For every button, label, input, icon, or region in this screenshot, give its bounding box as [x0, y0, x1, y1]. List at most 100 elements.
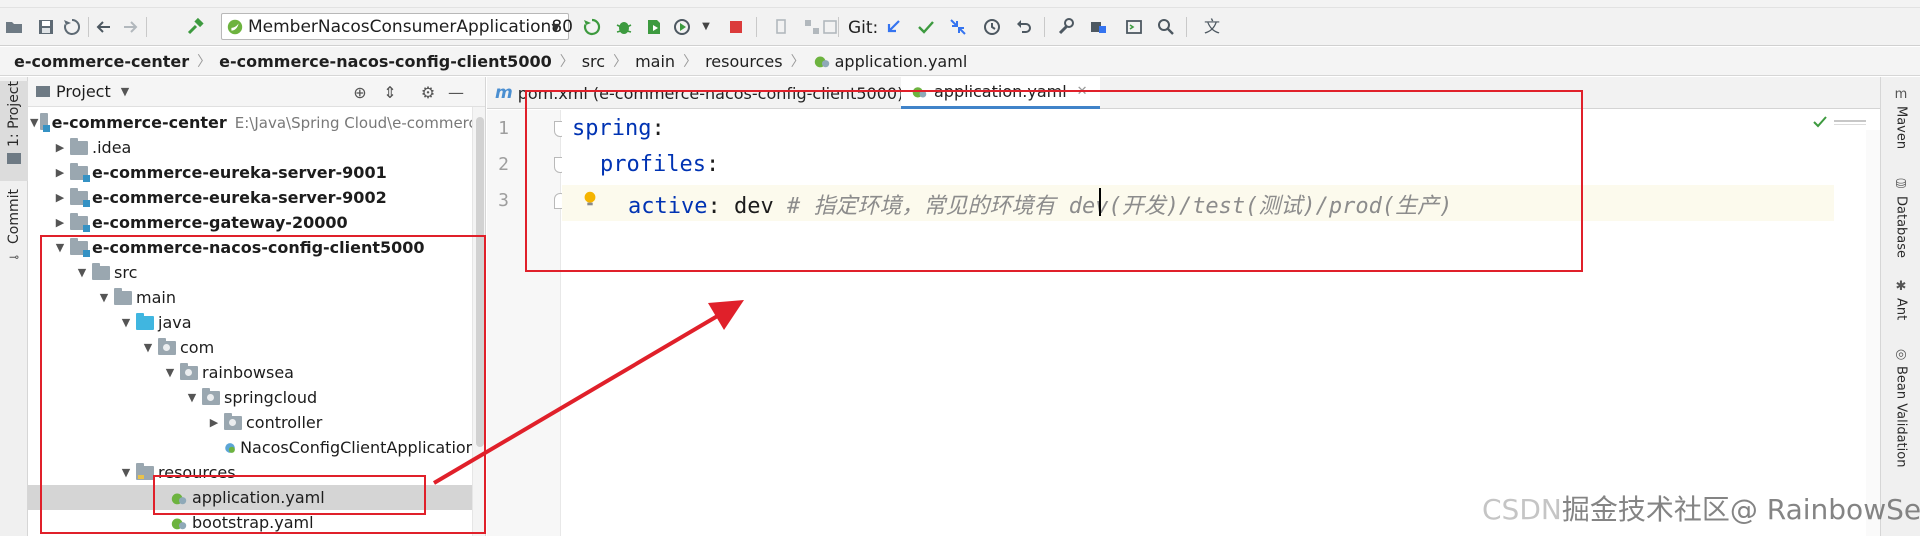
collapse-arrow-icon[interactable]: ▶ [52, 216, 68, 229]
project-structure-icon[interactable] [1086, 15, 1110, 39]
search-icon[interactable] [1154, 15, 1178, 39]
history-clock-icon[interactable] [980, 15, 1004, 39]
forward-icon[interactable] [118, 15, 142, 39]
project-tool-tab[interactable]: 1: Project [0, 81, 28, 181]
tree-row[interactable]: ▶ e-commerce-gateway-20000 [28, 210, 485, 235]
main-toolbar: MemberNacosConsumerApplication80 ▼ ▼ Git… [0, 8, 1920, 46]
expand-arrow-icon[interactable]: ▼ [30, 116, 38, 129]
translate-icon[interactable]: 文 [1200, 15, 1224, 39]
save-icon[interactable] [34, 15, 58, 39]
folder-icon [70, 137, 88, 155]
module-folder-icon [70, 187, 90, 207]
git-commit-check-icon[interactable] [914, 15, 938, 39]
settings-wrench-icon[interactable] [1054, 15, 1078, 39]
git-label: Git: [848, 18, 879, 38]
project-panel-header: Project ▼ ⊕ ⇕ ⚙ — [28, 77, 485, 107]
rerun-icon[interactable] [580, 15, 604, 39]
project-folder-icon [36, 86, 50, 97]
git-update-icon[interactable] [882, 15, 906, 39]
line-number: 2 [498, 154, 509, 175]
project-tool-tab-label: 1: Project [6, 81, 22, 147]
watermark: CSDN掘金技术社区@ RainbowSea [1482, 493, 1920, 526]
tree-row[interactable]: ▶ e-commerce-eureka-server-9002 [28, 185, 485, 210]
chevron-right-icon: 〉 [197, 54, 212, 70]
database-icon: ⛁ [1895, 177, 1907, 192]
stop-icon[interactable] [724, 15, 748, 39]
open-folder-icon[interactable] [2, 15, 26, 39]
coverage-icon[interactable] [642, 15, 666, 39]
annotation-box-file [153, 475, 426, 515]
run-configuration-label: MemberNacosConsumerApplication80 [248, 16, 573, 37]
breadcrumb-item[interactable]: resources [705, 52, 783, 71]
breadcrumb-item-file[interactable]: application.yaml [813, 51, 968, 71]
module-folder-icon [70, 212, 90, 232]
commit-icon: ⊸ [8, 250, 20, 264]
chevron-down-icon: ▼ [551, 21, 560, 34]
project-panel-title[interactable]: Project [56, 82, 111, 101]
chevron-right-icon: 〉 [613, 54, 628, 70]
line-number: 3 [498, 190, 509, 211]
right-tab-label: Database [1893, 196, 1909, 259]
bean-validation-icon: ◎ [1895, 347, 1907, 362]
line-number: 1 [498, 118, 509, 139]
title-bar [0, 0, 1920, 8]
chevron-right-icon: 〉 [559, 54, 574, 70]
minimize-icon[interactable]: — [444, 80, 468, 104]
breadcrumb-item[interactable]: e-commerce-center [14, 52, 189, 71]
breadcrumb-file-label: application.yaml [834, 51, 968, 71]
collapse-arrow-icon[interactable]: ▶ [52, 166, 68, 179]
database-tool-tab[interactable]: ⛁ Database [1889, 177, 1913, 258]
debug-bug-icon[interactable] [612, 15, 636, 39]
breadcrumb-item[interactable]: main [635, 52, 675, 71]
tree-item-path: E:\Java\Spring Cloud\e-commerce [234, 113, 486, 132]
maven-file-icon: m [495, 83, 513, 103]
chevron-right-icon: 〉 [683, 54, 698, 70]
bean-validation-tool-tab[interactable]: ◎ Bean Validation [1889, 347, 1913, 467]
right-tool-strip: m Maven ⛁ Database ✱ Ant ◎ Bean Validati… [1880, 77, 1920, 536]
left-tool-strip: 1: Project Commit ⊸ [0, 77, 28, 536]
tree-item-label: e-commerce-eureka-server-9002 [92, 188, 387, 207]
right-tab-label: Maven [1893, 106, 1909, 150]
right-tab-label: Ant [1893, 298, 1909, 321]
commit-tool-tab[interactable]: Commit ⊸ [0, 189, 28, 275]
breadcrumb: e-commerce-center 〉 e-commerce-nacos-con… [0, 47, 1920, 76]
module-folder-icon [40, 112, 50, 132]
collapse-arrow-icon[interactable]: ▶ [52, 141, 68, 154]
tree-item-label: .idea [92, 138, 132, 157]
tree-item-label: e-commerce-eureka-server-9001 [92, 163, 387, 182]
build-hammer-icon[interactable] [184, 15, 208, 39]
spring-yaml-icon [814, 56, 829, 68]
profile-run-icon[interactable] [670, 15, 694, 39]
collapse-arrow-icon[interactable]: ▶ [52, 191, 68, 204]
annotation-box-editor [525, 90, 1583, 272]
locate-target-icon[interactable]: ⊕ [348, 80, 372, 104]
attach-debugger-icon[interactable] [770, 15, 794, 39]
back-icon[interactable] [92, 15, 116, 39]
sync-icon[interactable] [60, 15, 84, 39]
folder-icon [7, 152, 21, 164]
rollback-icon[interactable] [1012, 15, 1036, 39]
run-configuration-dropdown[interactable]: MemberNacosConsumerApplication80 ▼ [221, 13, 573, 40]
tree-item-label: e-commerce-gateway-20000 [92, 213, 348, 232]
chevron-right-icon: 〉 [790, 54, 805, 70]
spring-boot-icon [226, 18, 244, 36]
tree-row[interactable]: ▶ e-commerce-eureka-server-9001 [28, 160, 485, 185]
right-tab-label: Bean Validation [1893, 366, 1909, 468]
chevron-down-icon[interactable]: ▼ [121, 85, 129, 98]
inspection-status[interactable] [1812, 112, 1880, 132]
chevron-down-icon[interactable]: ▼ [694, 15, 718, 39]
tree-row[interactable]: ▶ .idea [28, 135, 485, 160]
tree-item-label: e-commerce-center [51, 113, 227, 132]
tree-row[interactable]: ▼ e-commerce-center E:\Java\Spring Cloud… [28, 110, 486, 135]
terminal-icon[interactable] [1122, 15, 1146, 39]
collapse-all-icon[interactable]: ⇕ [378, 80, 402, 104]
editor-scrollbar[interactable] [1866, 130, 1880, 536]
git-push-icon[interactable] [946, 15, 970, 39]
breadcrumb-item[interactable]: e-commerce-nacos-config-client5000 [219, 52, 552, 71]
module-folder-icon [70, 162, 90, 182]
breadcrumb-item[interactable]: src [582, 52, 605, 71]
gear-icon[interactable]: ⚙ [416, 80, 440, 104]
maven-tool-tab[interactable]: m Maven [1889, 87, 1913, 149]
ant-tool-tab[interactable]: ✱ Ant [1889, 279, 1913, 320]
commit-tool-tab-label: Commit [6, 189, 22, 244]
